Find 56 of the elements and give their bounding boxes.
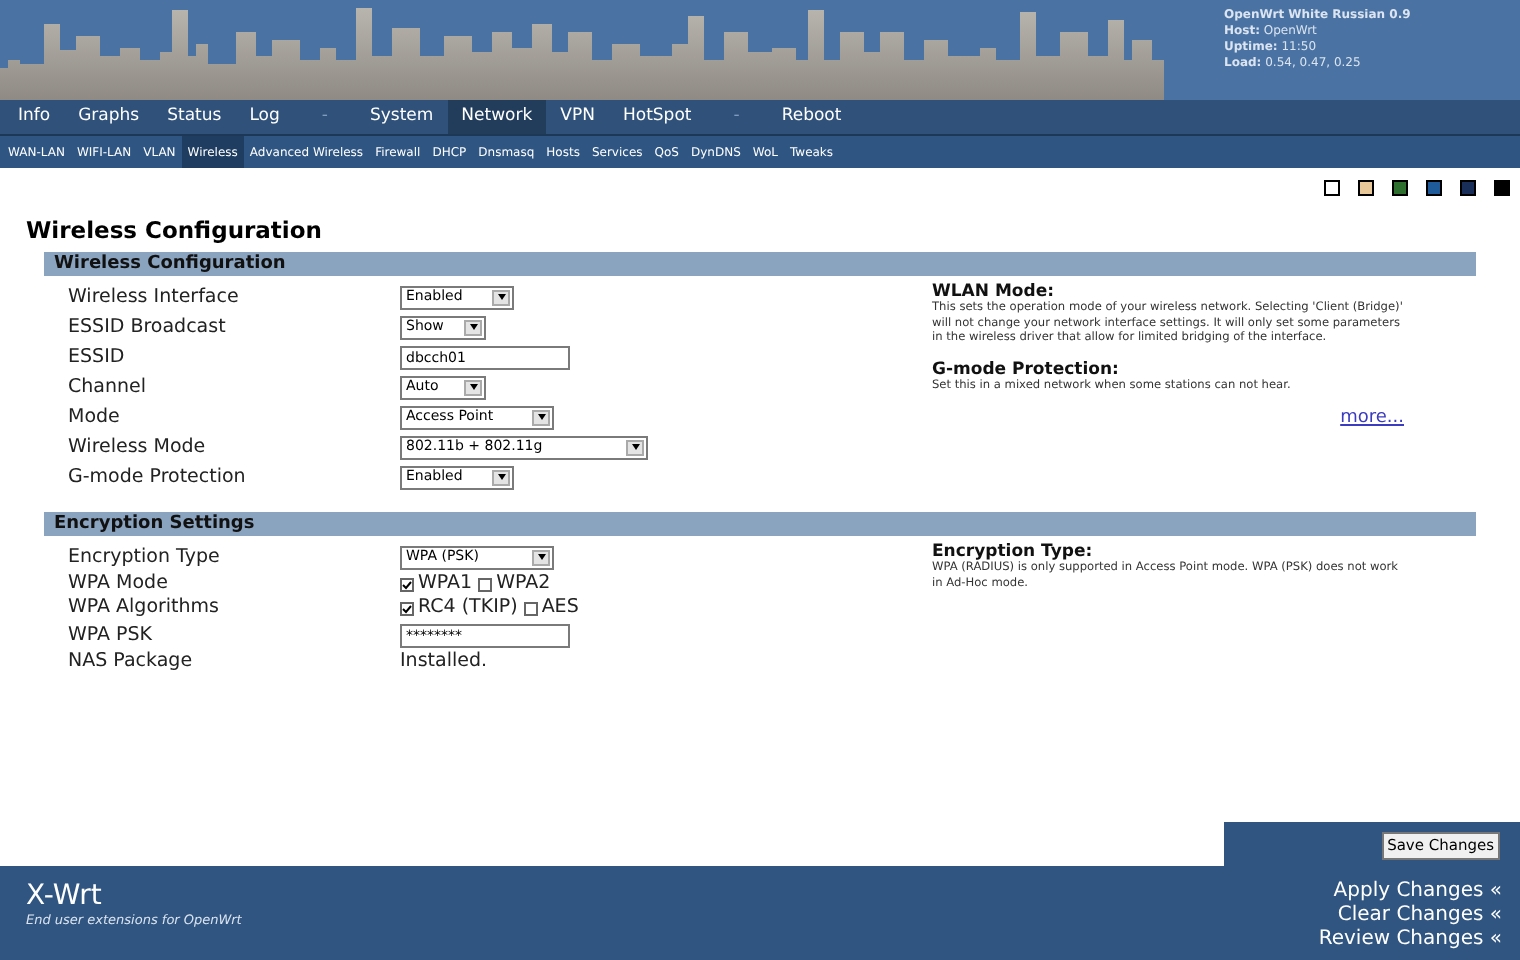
checkbox-label: RC4 (TKIP) xyxy=(418,596,518,620)
nav-tab[interactable]: Status xyxy=(153,100,236,134)
nav-tab[interactable]: HotSpot xyxy=(608,100,706,134)
checkbox-label: WPA1 xyxy=(418,572,473,596)
checkbox-label: WPA2 xyxy=(496,572,551,596)
more-link[interactable]: more... xyxy=(1340,406,1404,433)
field-label: WPA Algorithms xyxy=(68,596,222,620)
footer-brand: X-Wrt xyxy=(26,880,104,912)
dropdown-arrow-icon xyxy=(464,379,482,395)
nav-tab[interactable]: Log xyxy=(235,100,294,134)
nav-tab[interactable]: System xyxy=(355,100,448,134)
help-title: WLAN Mode: xyxy=(932,282,1054,302)
dropdown-arrow-icon xyxy=(492,289,510,305)
dropdown-arrow-icon xyxy=(464,319,482,335)
field-label: Mode xyxy=(68,405,122,429)
footer-link[interactable]: Apply Changes « xyxy=(1333,880,1502,904)
help-title: Encryption Type: xyxy=(932,542,1093,562)
nav-tab[interactable]: Reboot xyxy=(767,100,856,134)
dropdown-arrow-icon xyxy=(532,549,550,565)
menu-separator: - xyxy=(731,104,742,131)
nav-tab[interactable]: Info xyxy=(4,100,65,134)
dropdown-arrow-icon xyxy=(626,439,644,455)
field-label: Channel xyxy=(68,375,149,399)
checkbox[interactable] xyxy=(478,577,493,591)
section-header: Wireless Configuration xyxy=(44,252,1476,276)
checkbox-label: AES xyxy=(541,596,579,620)
page-title: Wireless Configuration xyxy=(24,216,324,244)
footer-link[interactable]: Review Changes « xyxy=(1318,928,1502,952)
field-label: WPA PSK xyxy=(68,623,155,647)
section-header: Encryption Settings xyxy=(44,512,1476,536)
theme-swatch[interactable] xyxy=(1324,180,1340,196)
checkbox[interactable] xyxy=(523,601,538,615)
field-label: NAS Package xyxy=(68,650,195,674)
footer-link[interactable]: Clear Changes « xyxy=(1337,904,1502,928)
theme-swatch[interactable] xyxy=(1358,180,1374,196)
help-title: G-mode Protection: xyxy=(932,359,1121,379)
dropdown-arrow-icon xyxy=(532,409,550,425)
field-label: Encryption Type xyxy=(68,545,222,569)
theme-swatch[interactable] xyxy=(1426,180,1442,196)
theme-swatch[interactable] xyxy=(1392,180,1408,196)
checkbox[interactable] xyxy=(400,601,414,615)
dropdown-arrow-icon xyxy=(492,469,510,485)
checkbox[interactable] xyxy=(400,577,414,591)
field-label: ESSID xyxy=(68,345,127,369)
theme-swatch[interactable] xyxy=(1494,180,1510,196)
nav-tab[interactable]: Network xyxy=(447,100,547,134)
field-label: Wireless Mode xyxy=(68,435,208,459)
field-label: Wireless Interface xyxy=(68,285,241,309)
nav-tab[interactable]: VPN xyxy=(546,100,609,134)
field-value: Installed. xyxy=(400,650,487,674)
nav-tab[interactable]: Graphs xyxy=(64,100,154,134)
field-label: G-mode Protection xyxy=(68,465,248,489)
menu-separator: - xyxy=(319,104,330,131)
theme-swatch[interactable] xyxy=(1460,180,1476,196)
field-label: WPA Mode xyxy=(68,572,170,596)
field-label: ESSID Broadcast xyxy=(68,315,228,339)
